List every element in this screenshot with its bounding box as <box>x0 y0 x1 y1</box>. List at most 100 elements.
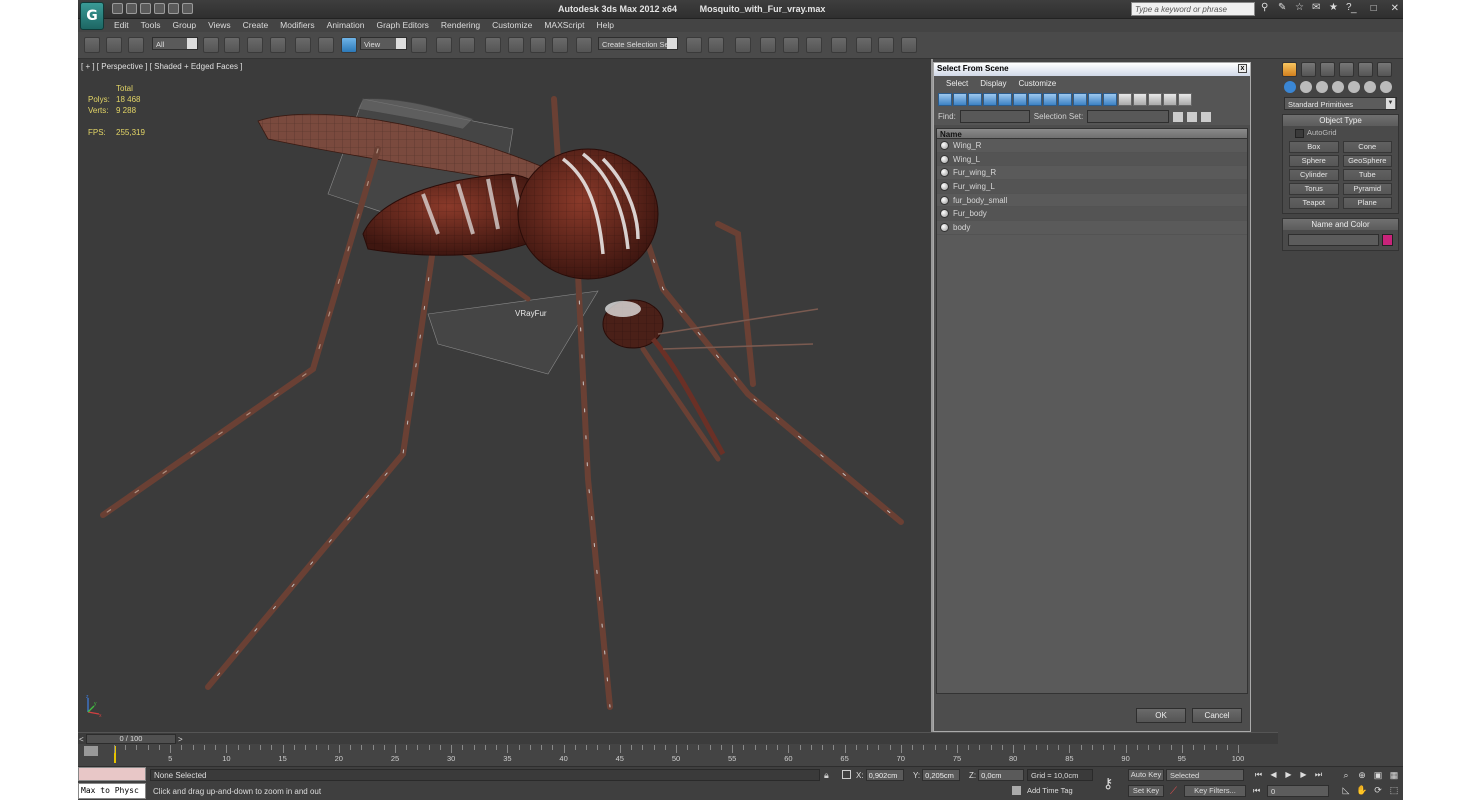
curve-editor-icon[interactable] <box>783 37 799 53</box>
infocenter-search-input[interactable]: Type a keyword or phrase <box>1131 2 1255 16</box>
move-icon[interactable] <box>295 37 311 53</box>
menu-modifiers[interactable]: Modifiers <box>274 19 320 32</box>
motion-tab-icon[interactable] <box>1339 62 1354 77</box>
key-filters-button[interactable]: Key Filters... <box>1184 785 1246 797</box>
open-file-icon[interactable] <box>126 3 137 14</box>
menu-edit[interactable]: Edit <box>108 19 135 32</box>
create-tab-icon[interactable] <box>1282 62 1297 77</box>
save-file-icon[interactable] <box>140 3 151 14</box>
list-item[interactable]: Wing_R <box>937 139 1247 153</box>
x-input[interactable]: 0,902cm <box>865 769 904 781</box>
display-geometry-icon[interactable] <box>938 93 952 106</box>
geosphere-button[interactable]: GeoSphere <box>1342 155 1392 167</box>
perspective-viewport[interactable]: [ + ] [ Perspective ] [ Shaded + Edged F… <box>78 59 933 732</box>
invert-selection-icon[interactable] <box>1148 93 1162 106</box>
play-icon[interactable]: ▶ <box>1283 769 1294 780</box>
auto-key-button[interactable]: Auto Key <box>1128 769 1164 781</box>
list-item[interactable]: body <box>937 221 1247 235</box>
z-input[interactable]: 0,0cm <box>978 769 1025 781</box>
filter-options-icon[interactable] <box>1178 93 1192 106</box>
object-color-swatch[interactable] <box>1382 234 1393 246</box>
layer-manager-icon[interactable] <box>735 37 751 53</box>
select-manipulate-icon[interactable] <box>436 37 452 53</box>
object-type-header[interactable]: Object Type <box>1283 115 1398 126</box>
close-button[interactable]: ✕ <box>1391 3 1399 14</box>
lock-icon[interactable]: 🔒︎ <box>824 770 829 781</box>
next-frame-icon[interactable]: ▶ <box>1298 769 1309 780</box>
bind-space-warp-icon[interactable] <box>128 37 144 53</box>
display-hidden-icon[interactable] <box>1103 93 1117 106</box>
go-to-end-icon[interactable]: ⏭ <box>1313 769 1324 780</box>
default-tangent-icon[interactable]: ⟋ <box>1170 786 1177 797</box>
dialog-menu-display[interactable]: Display <box>974 76 1012 91</box>
add-time-tag[interactable]: Add Time Tag <box>1027 786 1073 795</box>
menu-graph-editors[interactable]: Graph Editors <box>370 19 434 32</box>
menu-customize[interactable]: Customize <box>486 19 538 32</box>
field-of-view-icon[interactable]: ◺ <box>1340 784 1352 796</box>
rotate-icon[interactable] <box>318 37 334 53</box>
mirror-icon[interactable] <box>686 37 702 53</box>
display-frozen-icon[interactable] <box>1088 93 1102 106</box>
track-bar[interactable]: 5 10 15 20 25 30 35 40 45 50 55 60 65 70 75 80 85 90 95 100 <box>78 745 1278 765</box>
schematic-view-icon[interactable] <box>806 37 822 53</box>
window-crossing-icon[interactable] <box>270 37 286 53</box>
dialog-close-button[interactable]: x <box>1238 64 1247 73</box>
angle-snap-icon[interactable] <box>508 37 524 53</box>
previous-frame-icon[interactable]: ◀ <box>1268 769 1279 780</box>
display-lights-icon[interactable] <box>968 93 982 106</box>
display-cameras-icon[interactable] <box>983 93 997 106</box>
y-input[interactable]: 0,205cm <box>922 769 961 781</box>
display-containers-icon[interactable] <box>1073 93 1087 106</box>
absolute-mode-icon[interactable] <box>842 770 851 779</box>
new-file-icon[interactable] <box>112 3 123 14</box>
time-slider-next[interactable]: > <box>178 735 183 744</box>
material-editor-icon[interactable] <box>831 37 847 53</box>
display-tab-icon[interactable] <box>1358 62 1373 77</box>
list-item[interactable]: Fur_body <box>937 207 1247 222</box>
zoom-icon[interactable]: ⌕ <box>1340 769 1352 781</box>
time-slider-prev[interactable]: < <box>79 735 84 744</box>
autogrid-checkbox[interactable]: AutoGrid <box>1283 126 1398 139</box>
display-shapes-icon[interactable] <box>953 93 967 106</box>
display-groups-icon[interactable] <box>1028 93 1042 106</box>
render-setup-icon[interactable] <box>856 37 872 53</box>
scale-icon[interactable] <box>341 37 357 53</box>
dialog-title-bar[interactable]: Select From Scene x <box>934 63 1250 76</box>
list-item[interactable]: fur_body_small <box>937 194 1247 208</box>
align-icon[interactable] <box>708 37 724 53</box>
select-none-icon[interactable] <box>1133 93 1147 106</box>
select-all-icon[interactable] <box>1118 93 1132 106</box>
filter-icon[interactable] <box>1163 93 1177 106</box>
box-button[interactable]: Box <box>1289 141 1339 153</box>
link-icon[interactable] <box>84 37 100 53</box>
tools-icon[interactable]: ✎ <box>1278 3 1288 13</box>
display-space-warps-icon[interactable] <box>1013 93 1027 106</box>
set-key-mode-icon[interactable]: ⚷ <box>1103 775 1113 792</box>
rendered-frame-window-icon[interactable] <box>878 37 894 53</box>
lights-category-icon[interactable] <box>1316 81 1328 93</box>
reference-coordinate-dropdown[interactable]: View <box>360 37 407 50</box>
find-input[interactable] <box>959 110 1030 123</box>
app-menu-button[interactable]: G <box>80 2 104 30</box>
maximize-viewport-icon[interactable]: ⬚ <box>1388 784 1400 796</box>
tube-button[interactable]: Tube <box>1342 169 1392 181</box>
plane-button[interactable]: Plane <box>1342 197 1392 209</box>
subscription-icon[interactable]: ☆ <box>1295 3 1305 13</box>
selection-set-add-icon[interactable] <box>1187 111 1198 122</box>
minimize-button[interactable]: _ <box>1351 3 1357 14</box>
set-key-button[interactable]: Set Key <box>1128 785 1164 797</box>
maxscript-mini-listener[interactable]: Max to Physc <box>78 783 146 799</box>
zoom-extents-icon[interactable]: ▣ <box>1372 769 1384 781</box>
menu-rendering[interactable]: Rendering <box>435 19 486 32</box>
favorites-icon[interactable]: ★ <box>1329 3 1339 13</box>
menu-help[interactable]: Help <box>590 19 619 32</box>
binoculars-icon[interactable]: ⚲ <box>1261 3 1271 13</box>
display-xrefs-icon[interactable] <box>1043 93 1057 106</box>
pivot-center-icon[interactable] <box>411 37 427 53</box>
project-folder-icon[interactable] <box>182 3 193 14</box>
cancel-button[interactable]: Cancel <box>1192 708 1242 723</box>
dialog-menu-select[interactable]: Select <box>940 76 974 91</box>
list-item[interactable]: Fur_wing_R <box>937 166 1247 181</box>
communication-icon[interactable]: ✉ <box>1312 3 1322 13</box>
undo-icon[interactable] <box>154 3 165 14</box>
